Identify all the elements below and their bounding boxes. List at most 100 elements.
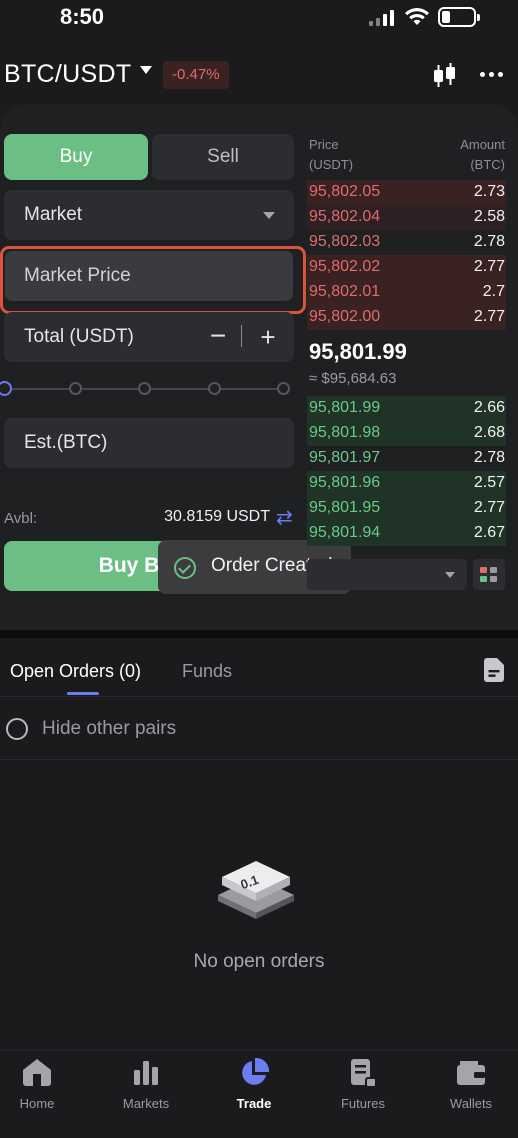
- ask-row[interactable]: 95,802.03 2.78: [307, 230, 506, 255]
- empty-orders-icon: 0.1: [218, 861, 294, 919]
- last-price: 95,801.99: [309, 339, 407, 364]
- bid-amount: 2.68: [473, 424, 505, 441]
- candlestick-chart-icon[interactable]: [431, 62, 459, 90]
- bid-amount: 2.77: [473, 499, 505, 516]
- ask-price: 95,802.04: [309, 208, 381, 225]
- decrease-button[interactable]: −: [206, 318, 230, 356]
- bid-price: 95,801.94: [309, 524, 381, 541]
- buy-button-label: Buy B: [98, 554, 160, 577]
- orders-divider: [0, 696, 518, 697]
- nav-futures-label: Futures: [340, 1096, 386, 1111]
- home-icon: [23, 1059, 51, 1086]
- ask-price: 95,802.02: [309, 258, 381, 275]
- ask-price: 95,802.01: [309, 283, 381, 300]
- slider-step-100[interactable]: [277, 382, 290, 395]
- bid-row[interactable]: 95,801.97 2.78: [307, 446, 506, 471]
- bid-row[interactable]: 95,801.94 2.67: [307, 521, 506, 546]
- stepper-divider: [241, 325, 242, 347]
- ask-row[interactable]: 95,802.00 2.77: [307, 305, 506, 330]
- buy-tab[interactable]: Buy: [4, 134, 148, 180]
- tab-funds[interactable]: Funds: [182, 661, 232, 682]
- bid-amount: 2.67: [473, 524, 505, 541]
- ask-row[interactable]: 95,802.01 2.7: [307, 280, 506, 305]
- last-price-fiat: ≈ $95,684.63: [309, 370, 397, 387]
- bid-price: 95,801.95: [309, 499, 381, 516]
- bid-row[interactable]: 95,801.99 2.66: [307, 396, 506, 421]
- ask-row[interactable]: 95,802.05 2.73: [307, 180, 506, 205]
- order-type-select[interactable]: Market: [4, 190, 294, 240]
- active-tab-indicator: [67, 692, 99, 695]
- chevron-down-icon: [263, 212, 275, 219]
- pair-title[interactable]: BTC/USDT: [4, 60, 131, 89]
- status-bar: 8:50: [0, 0, 518, 40]
- layout-icon: [480, 567, 487, 573]
- transfer-icon[interactable]: ⇄: [276, 505, 293, 530]
- tab-open-orders[interactable]: Open Orders (0): [10, 661, 141, 682]
- amount-unit: (BTC): [470, 157, 505, 172]
- ask-amount: 2.73: [473, 183, 505, 200]
- wallet-icon: [457, 1061, 485, 1085]
- bid-price: 95,801.96: [309, 474, 381, 491]
- status-time: 8:50: [60, 4, 105, 29]
- nav-home-label: Home: [19, 1096, 55, 1111]
- ask-price: 95,802.03: [309, 233, 381, 250]
- book-layout-button[interactable]: [473, 559, 505, 590]
- bid-row[interactable]: 95,801.96 2.57: [307, 471, 506, 496]
- nav-trade[interactable]: [204, 1057, 304, 1093]
- ask-amount: 2.77: [473, 308, 505, 325]
- ask-row[interactable]: 95,802.04 2.58: [307, 205, 506, 230]
- section-divider: [0, 630, 518, 638]
- ask-amount: 2.58: [473, 208, 505, 225]
- bid-amount: 2.57: [473, 474, 505, 491]
- nav-wallets-label: Wallets: [449, 1096, 493, 1111]
- empty-state-text: No open orders: [193, 951, 325, 972]
- ask-amount: 2.7: [482, 283, 505, 300]
- ask-price: 95,802.05: [309, 183, 381, 200]
- nav-wallets[interactable]: [421, 1058, 518, 1091]
- check-circle-icon: [174, 557, 196, 579]
- ask-amount: 2.78: [473, 233, 505, 250]
- increase-button[interactable]: +: [256, 318, 280, 356]
- cellular-signal-icon: [369, 10, 397, 26]
- chevron-down-icon: [445, 572, 455, 578]
- bid-price: 95,801.99: [309, 399, 381, 416]
- trade-pie-icon: [242, 1057, 270, 1085]
- hide-other-pairs-label[interactable]: Hide other pairs: [42, 718, 176, 740]
- slider-step-25[interactable]: [69, 382, 82, 395]
- nav-trade-label: Trade: [236, 1096, 272, 1111]
- hide-other-pairs-radio[interactable]: [6, 718, 28, 740]
- ask-row[interactable]: 95,802.02 2.77: [307, 255, 506, 280]
- bid-price: 95,801.98: [309, 424, 381, 441]
- nav-home[interactable]: [0, 1058, 87, 1091]
- sell-tab[interactable]: Sell: [152, 134, 294, 180]
- available-balance: 30.8159 USDT: [164, 508, 270, 525]
- total-input[interactable]: Total (USDT): [4, 312, 294, 362]
- order-history-icon[interactable]: [484, 658, 504, 682]
- bid-row[interactable]: 95,801.95 2.77: [307, 496, 506, 521]
- bid-amount: 2.66: [473, 399, 505, 416]
- available-label: Avbl:: [4, 510, 38, 527]
- pair-dropdown-icon[interactable]: [140, 66, 152, 74]
- nav-markets[interactable]: [96, 1058, 196, 1091]
- ask-amount: 2.77: [473, 258, 505, 275]
- ask-price: 95,802.00: [309, 308, 381, 325]
- filter-divider: [0, 759, 518, 760]
- bid-amount: 2.78: [473, 449, 505, 466]
- battery-icon: [438, 7, 480, 27]
- depth-select[interactable]: [307, 559, 467, 590]
- nav-markets-label: Markets: [122, 1096, 170, 1111]
- futures-icon: [351, 1059, 377, 1088]
- more-options-icon[interactable]: [480, 72, 504, 78]
- slider-step-75[interactable]: [208, 382, 221, 395]
- market-price-field[interactable]: Market Price: [5, 251, 293, 301]
- bid-row[interactable]: 95,801.98 2.68: [307, 421, 506, 446]
- amount-header: Amount: [460, 137, 505, 152]
- nav-futures[interactable]: [313, 1058, 413, 1093]
- markets-icon: [134, 1061, 158, 1085]
- bid-price: 95,801.97: [309, 449, 381, 466]
- estimate-btc-input[interactable]: Est.(BTC): [4, 418, 294, 468]
- price-header: Price: [309, 137, 339, 152]
- price-change-badge: -0.47%: [163, 61, 229, 89]
- slider-step-50[interactable]: [138, 382, 151, 395]
- wifi-icon: [405, 8, 429, 25]
